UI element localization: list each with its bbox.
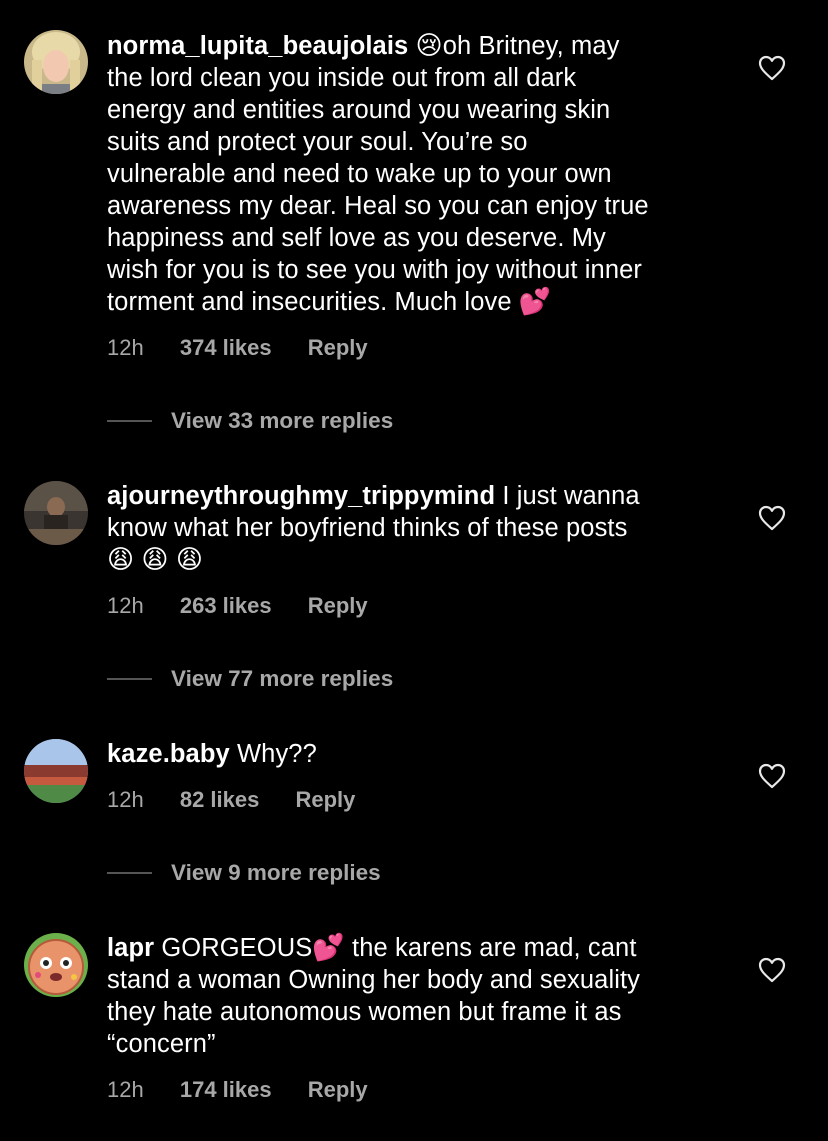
likes-count[interactable]: 82 likes bbox=[180, 787, 260, 812]
timestamp: 12h bbox=[107, 335, 144, 360]
comment-meta: 12h 374 likes Reply bbox=[107, 335, 398, 361]
view-more-replies[interactable]: View 77 more replies bbox=[107, 664, 393, 694]
weary-face-emoji: 😩 bbox=[141, 545, 169, 575]
heart-outline-icon[interactable] bbox=[758, 957, 786, 983]
avatar[interactable] bbox=[24, 739, 88, 803]
view-replies-label: View 9 more replies bbox=[171, 860, 381, 885]
divider bbox=[107, 872, 152, 874]
username[interactable]: lapr bbox=[107, 934, 154, 962]
comment-line: the karens are mad, cant bbox=[352, 934, 637, 962]
comment-line: suits and protect your soul. You’re so bbox=[107, 128, 528, 156]
comment-text: ajourneythroughmy_trippymind I just wann… bbox=[107, 480, 727, 576]
avatar[interactable] bbox=[24, 30, 88, 94]
comment-line: torment and insecurities. Much love bbox=[107, 288, 512, 316]
divider bbox=[107, 678, 152, 680]
username[interactable]: norma_lupita_beaujolais bbox=[107, 32, 408, 60]
timestamp: 12h bbox=[107, 787, 144, 812]
two-hearts-emoji: 💕 bbox=[518, 287, 552, 317]
heart-outline-icon[interactable] bbox=[758, 505, 786, 531]
comment-meta: 12h 174 likes Reply bbox=[107, 1077, 398, 1103]
avatar[interactable] bbox=[24, 933, 88, 997]
comment-line: energy and entities around you wearing s… bbox=[107, 96, 611, 124]
view-replies-label: View 77 more replies bbox=[171, 666, 394, 691]
comment-text: norma_lupita_beaujolais 😢oh Britney, may… bbox=[107, 30, 727, 318]
comment-meta: 12h 263 likes Reply bbox=[107, 593, 398, 619]
comment-line: awareness my dear. Heal so you can enjoy… bbox=[107, 192, 649, 220]
comment-line: vulnerable and need to wake up to your o… bbox=[107, 160, 612, 188]
weary-face-emoji: 😩 bbox=[107, 545, 135, 575]
timestamp: 12h bbox=[107, 1077, 144, 1102]
comment-line: they hate autonomous women but frame it … bbox=[107, 998, 622, 1026]
divider bbox=[107, 420, 152, 422]
comment-line: stand a woman Owning her body and sexual… bbox=[107, 966, 641, 994]
likes-count[interactable]: 174 likes bbox=[180, 1077, 272, 1102]
likes-count[interactable]: 374 likes bbox=[180, 335, 272, 360]
two-hearts-emoji: 💕 bbox=[312, 933, 345, 963]
username[interactable]: ajourneythroughmy_trippymind bbox=[107, 482, 495, 510]
timestamp: 12h bbox=[107, 593, 144, 618]
view-replies-label: View 33 more replies bbox=[171, 408, 394, 433]
comment-line: the lord clean you inside out from all d… bbox=[107, 64, 577, 92]
view-more-replies[interactable]: View 33 more replies bbox=[107, 406, 393, 436]
comment-line: “concern” bbox=[107, 1030, 216, 1058]
reply-button[interactable]: Reply bbox=[295, 787, 355, 812]
comment-line: I just wanna bbox=[502, 482, 640, 510]
comment-line: oh Britney, may bbox=[442, 32, 620, 60]
comment-meta: 12h 82 likes Reply bbox=[107, 787, 385, 813]
crying-face-emoji: 😢 bbox=[415, 31, 443, 61]
comment-line: happiness and self love as you deserve. … bbox=[107, 224, 606, 252]
avatar[interactable] bbox=[24, 481, 88, 545]
comment-text: lapr GORGEOUS💕 the karens are mad, cant … bbox=[107, 932, 727, 1060]
reply-button[interactable]: Reply bbox=[308, 1077, 368, 1102]
heart-outline-icon[interactable] bbox=[758, 55, 786, 81]
username[interactable]: kaze.baby bbox=[107, 740, 230, 768]
comment-text: kaze.baby Why?? bbox=[107, 738, 727, 770]
reply-button[interactable]: Reply bbox=[308, 335, 368, 360]
comment-line: GORGEOUS bbox=[161, 934, 313, 962]
likes-count[interactable]: 263 likes bbox=[180, 593, 272, 618]
comment-line: wish for you is to see you with joy with… bbox=[107, 256, 642, 284]
comment-line: Why?? bbox=[237, 740, 317, 768]
weary-face-emoji: 😩 bbox=[175, 545, 204, 575]
heart-outline-icon[interactable] bbox=[758, 763, 786, 789]
view-more-replies[interactable]: View 9 more replies bbox=[107, 858, 381, 888]
reply-button[interactable]: Reply bbox=[308, 593, 368, 618]
comment-line: know what her boyfriend thinks of these … bbox=[107, 514, 628, 542]
